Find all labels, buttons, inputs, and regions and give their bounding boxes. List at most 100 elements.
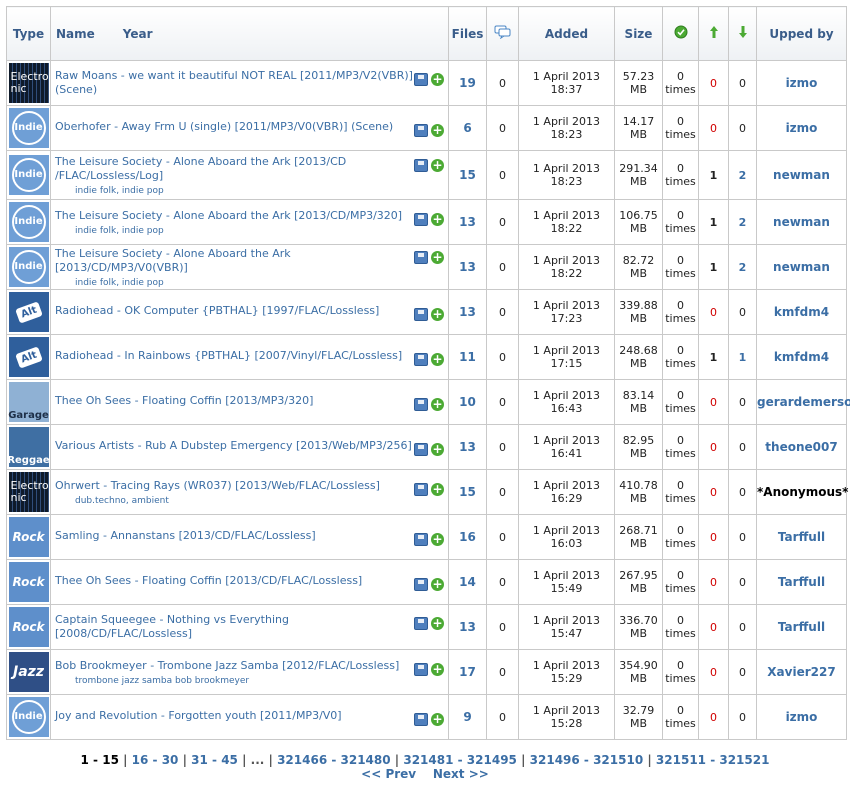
files-count[interactable]: 16 — [448, 514, 487, 560]
uploader-link[interactable]: Xavier227 — [756, 649, 847, 695]
uploader-link[interactable]: newman — [756, 244, 847, 290]
torrent-name-link[interactable]: Ohrwert - Tracing Rays (WR037) [2013/Web… — [55, 479, 380, 492]
download-icon[interactable] — [414, 442, 428, 456]
uploader-link[interactable]: kmfdm4 — [756, 334, 847, 380]
add-icon[interactable]: + — [431, 617, 444, 630]
genre-electronic-icon[interactable]: Electro nic — [8, 63, 49, 103]
uploader-link[interactable]: kmfdm4 — [756, 289, 847, 335]
files-count[interactable]: 9 — [448, 694, 487, 740]
torrent-name-link[interactable]: Thee Oh Sees - Floating Coffin [2013/MP3… — [55, 394, 313, 407]
uploader-link[interactable]: Tarffull — [756, 604, 847, 650]
prev-link[interactable]: << Prev — [361, 767, 416, 781]
torrent-name-link[interactable]: The Leisure Society - Alone Aboard the A… — [55, 247, 291, 274]
download-icon[interactable] — [414, 662, 428, 676]
add-icon[interactable]: + — [431, 250, 444, 264]
uploader-link[interactable]: izmo — [756, 105, 847, 151]
type-header[interactable]: Type — [6, 6, 51, 61]
genre-indie-icon[interactable]: Indie — [8, 247, 49, 287]
genre-indie-icon[interactable]: Indie — [8, 697, 49, 737]
files-count[interactable]: 13 — [448, 289, 487, 335]
torrent-name-link[interactable]: Samling - Annanstans [2013/CD/FLAC/Lossl… — [55, 529, 316, 542]
add-icon[interactable]: + — [431, 482, 444, 496]
torrent-tags[interactable]: trombone jazz samba bob brookmeyer — [55, 676, 399, 686]
add-icon[interactable]: + — [431, 397, 444, 411]
genre-indie-icon[interactable]: Indie — [8, 155, 49, 195]
next-link[interactable]: Next >> — [433, 767, 489, 781]
torrent-name-link[interactable]: Radiohead - In Rainbows {PBTHAL} [2007/V… — [55, 349, 402, 362]
torrent-name-link[interactable]: Radiohead - OK Computer {PBTHAL} [1997/F… — [55, 304, 379, 317]
page-link[interactable]: 321511 - 321521 — [656, 753, 770, 767]
download-icon[interactable] — [414, 482, 428, 496]
files-count[interactable]: 6 — [448, 105, 487, 151]
add-icon[interactable]: + — [431, 442, 444, 456]
genre-rock-icon[interactable]: Rock — [8, 517, 49, 557]
page-link[interactable]: 16 - 30 — [132, 753, 179, 767]
snatched-header[interactable] — [662, 6, 699, 61]
files-count[interactable]: 13 — [448, 199, 487, 245]
torrent-name-link[interactable]: The Leisure Society - Alone Aboard the A… — [55, 155, 346, 182]
genre-rock-icon[interactable]: Rock — [8, 562, 49, 602]
files-count[interactable]: 14 — [448, 559, 487, 605]
genre-alt-icon[interactable]: Alt — [8, 337, 49, 377]
add-icon[interactable]: + — [431, 712, 444, 726]
seeders-header[interactable] — [698, 6, 729, 61]
add-icon[interactable]: + — [431, 307, 444, 321]
download-icon[interactable] — [414, 352, 428, 366]
uploader-link[interactable]: newman — [756, 199, 847, 245]
uploader-link[interactable]: izmo — [756, 60, 847, 106]
torrent-name-link[interactable]: Captain Squeegee - Nothing vs Everything… — [55, 613, 289, 640]
uploader-link[interactable]: theone007 — [756, 424, 847, 470]
torrent-name-link[interactable]: The Leisure Society - Alone Aboard the A… — [55, 209, 402, 222]
genre-alt-icon[interactable]: Alt — [8, 292, 49, 332]
download-icon[interactable] — [414, 158, 428, 172]
torrent-name-link[interactable]: Bob Brookmeyer - Trombone Jazz Samba [20… — [55, 659, 399, 672]
files-count[interactable]: 10 — [448, 379, 487, 425]
uploader-link[interactable]: Tarffull — [756, 559, 847, 605]
name-header[interactable]: Name — [56, 27, 95, 41]
page-link[interactable]: 31 - 45 — [191, 753, 238, 767]
genre-rock-icon[interactable]: Rock — [8, 607, 49, 647]
torrent-name-link[interactable]: Raw Moans - we want it beautiful NOT REA… — [55, 69, 413, 96]
torrent-name-link[interactable]: Various Artists - Rub A Dubstep Emergenc… — [55, 439, 412, 452]
genre-garage-icon[interactable]: Garage — [8, 382, 49, 422]
comments-header[interactable] — [486, 6, 519, 61]
add-icon[interactable]: + — [431, 212, 444, 226]
torrent-tags[interactable]: indie folk, indie pop — [55, 186, 414, 196]
files-count[interactable]: 15 — [448, 469, 487, 515]
download-icon[interactable] — [414, 307, 428, 321]
download-icon[interactable] — [414, 532, 428, 546]
files-count[interactable]: 19 — [448, 60, 487, 106]
files-count[interactable]: 13 — [448, 424, 487, 470]
download-icon[interactable] — [414, 617, 428, 630]
add-icon[interactable]: + — [431, 532, 444, 546]
torrent-name-link[interactable]: Joy and Revolution - Forgotten youth [20… — [55, 709, 342, 722]
torrent-tags[interactable]: indie folk, indie pop — [55, 278, 414, 288]
download-icon[interactable] — [414, 123, 428, 137]
download-icon[interactable] — [414, 212, 428, 226]
files-header[interactable]: Files — [448, 6, 487, 61]
files-count[interactable]: 17 — [448, 649, 487, 695]
download-icon[interactable] — [414, 397, 428, 411]
genre-indie-icon[interactable]: Indie — [8, 108, 49, 148]
add-icon[interactable]: + — [431, 158, 444, 172]
add-icon[interactable]: + — [431, 352, 444, 366]
add-icon[interactable]: + — [431, 577, 444, 591]
torrent-tags[interactable]: indie folk, indie pop — [55, 226, 402, 236]
download-icon[interactable] — [414, 73, 428, 86]
add-icon[interactable]: + — [431, 123, 444, 137]
page-link[interactable]: 321466 - 321480 — [277, 753, 391, 767]
upped-by-header[interactable]: Upped by — [756, 6, 847, 61]
genre-jazz-icon[interactable]: Jazz — [8, 652, 49, 692]
page-link[interactable]: 321481 - 321495 — [403, 753, 517, 767]
files-count[interactable]: 11 — [448, 334, 487, 380]
download-icon[interactable] — [414, 577, 428, 591]
genre-electronic-icon[interactable]: Electro nic — [8, 472, 49, 512]
leechers-header[interactable] — [728, 6, 757, 61]
genre-reggae-icon[interactable]: Reggae — [7, 427, 50, 467]
files-count[interactable]: 15 — [448, 150, 487, 200]
add-icon[interactable]: + — [431, 662, 444, 676]
uploader-link[interactable]: *Anonymous* — [756, 469, 848, 515]
page-link[interactable]: 321496 - 321510 — [530, 753, 644, 767]
added-header[interactable]: Added — [518, 6, 615, 61]
genre-indie-icon[interactable]: Indie — [8, 202, 49, 242]
